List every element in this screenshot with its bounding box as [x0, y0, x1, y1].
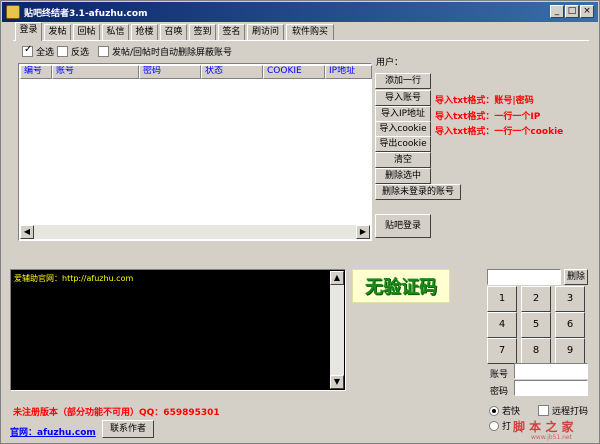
other-captcha-radio-dot[interactable]: [489, 420, 499, 431]
keypad-button-7[interactable]: 7: [487, 338, 517, 364]
add-row-button[interactable]: 添加一行: [375, 73, 431, 89]
watermark-url: www.jb51.net: [531, 434, 572, 441]
tieba-login-button[interactable]: 贴吧登录: [375, 214, 431, 238]
tab-signature[interactable]: 签名: [218, 24, 245, 40]
auto-delete-label: 发帖/回帖时自动删除屏蔽账号: [112, 48, 233, 58]
account-table[interactable]: 编号 账号 密码 状态 COOKIE IP地址 ◀ ▶: [18, 63, 372, 241]
column-header-cookie[interactable]: COOKIE: [263, 65, 325, 79]
account-field-label: 账号: [490, 370, 509, 380]
import-account-button[interactable]: 导入账号: [375, 90, 431, 106]
contact-author-button[interactable]: 联系作者: [102, 420, 154, 438]
import-cookie-button[interactable]: 导入cookie: [375, 121, 431, 137]
column-header-ip[interactable]: IP地址: [325, 65, 372, 79]
tab-summon[interactable]: 召唤: [160, 24, 187, 40]
scroll-left-arrow-icon[interactable]: ◀: [20, 225, 34, 239]
delete-selected-button[interactable]: 删除选中: [375, 168, 431, 184]
table-hscrollbar[interactable]: ◀ ▶: [20, 225, 370, 239]
tab-panel-border: [13, 40, 589, 41]
select-all-label: 全选: [36, 48, 55, 58]
column-header-account[interactable]: 账号: [52, 65, 139, 79]
keypad-button-3[interactable]: 3: [555, 286, 585, 312]
password-field[interactable]: [514, 380, 588, 396]
tab-grab-floor[interactable]: 抢楼: [131, 24, 158, 40]
scroll-up-arrow-icon[interactable]: ▲: [330, 271, 344, 285]
watermark-logo: 脚 本 之 家: [513, 420, 574, 434]
cookie-format-hint: 导入txt格式：一行一个cookie: [435, 127, 564, 137]
close-button[interactable]: ×: [580, 5, 594, 18]
tab-post[interactable]: 发帖: [44, 24, 71, 40]
ruokuai-radio-dot[interactable]: [489, 405, 499, 416]
ip-format-hint: 导入txt格式：一行一个IP: [435, 112, 541, 122]
invert-box[interactable]: [57, 46, 68, 57]
keypad-button-5[interactable]: 5: [521, 312, 551, 338]
title-bar: 贴吧终结者3.1-afuzhu.com _ □ ×: [2, 2, 598, 22]
column-header-password[interactable]: 密码: [139, 65, 201, 79]
remote-captcha-box[interactable]: [538, 405, 549, 416]
clear-button[interactable]: 清空: [375, 152, 431, 168]
tab-login[interactable]: 登录: [15, 22, 42, 41]
account-format-hint: 导入txt格式：账号|密码: [435, 96, 534, 106]
auto-delete-box[interactable]: [98, 46, 109, 57]
keypad-button-2[interactable]: 2: [521, 286, 551, 312]
auto-delete-checkbox[interactable]: 发帖/回帖时自动删除屏蔽账号: [98, 45, 232, 58]
keypad-button-6[interactable]: 6: [555, 312, 585, 338]
app-window: 贴吧终结者3.1-afuzhu.com _ □ × 登录 发帖 回帖 私信 抢楼…: [0, 0, 600, 444]
unregistered-notice: 未注册版本（部分功能不可用）QQ：659895301: [13, 408, 220, 418]
invert-label: 反选: [71, 48, 90, 58]
column-header-status[interactable]: 状态: [201, 65, 263, 79]
table-header: 编号 账号 密码 状态 COOKIE IP地址: [20, 65, 372, 79]
other-captcha-radio[interactable]: 打: [489, 419, 511, 432]
ruokuai-label: 若快: [502, 407, 521, 417]
user-label: 用户：: [376, 58, 404, 68]
scroll-down-arrow-icon[interactable]: ▼: [330, 375, 344, 389]
column-header-id[interactable]: 编号: [20, 65, 52, 79]
other-captcha-label: 打: [502, 422, 512, 432]
scroll-right-arrow-icon[interactable]: ▶: [356, 225, 370, 239]
account-field[interactable]: [514, 363, 588, 379]
tab-buy-software[interactable]: 软件购买: [286, 24, 334, 40]
minimize-button[interactable]: _: [550, 5, 564, 18]
tab-refresh-visits[interactable]: 刷访问: [247, 24, 284, 40]
export-cookie-button[interactable]: 导出cookie: [375, 136, 431, 152]
maximize-button[interactable]: □: [565, 5, 579, 18]
delete-unlogged-button[interactable]: 删除未登录的账号: [375, 184, 461, 200]
delete-button[interactable]: 删除: [564, 269, 588, 285]
console-text: 爱辅助官网：http://afuzhu.com: [14, 274, 134, 283]
keypad-button-1[interactable]: 1: [487, 286, 517, 312]
website-link[interactable]: 官网：afuzhu.com: [10, 425, 96, 438]
app-icon: [6, 5, 20, 19]
console-vscrollbar[interactable]: ▲ ▼: [330, 271, 344, 389]
keypad-button-9[interactable]: 9: [555, 338, 585, 364]
password-field-label: 密码: [490, 387, 509, 397]
remote-captcha-checkbox[interactable]: 远程打码: [538, 404, 588, 417]
select-all-box[interactable]: [22, 44, 33, 57]
no-captcha-text: 无验证码: [365, 277, 437, 298]
no-captcha-badge: 无验证码: [352, 269, 450, 303]
ruokuai-radio[interactable]: 若快: [489, 404, 520, 417]
select-all-checkbox[interactable]: 全选: [22, 44, 55, 58]
remote-captcha-label: 远程打码: [552, 407, 589, 417]
keypad-button-8[interactable]: 8: [521, 338, 551, 364]
import-ip-button[interactable]: 导入IP地址: [375, 106, 431, 122]
tab-message[interactable]: 私信: [102, 24, 129, 40]
invert-checkbox[interactable]: 反选: [57, 45, 89, 58]
tab-reply[interactable]: 回帖: [73, 24, 100, 40]
tab-sign-in[interactable]: 签到: [189, 24, 216, 40]
keypad-button-4[interactable]: 4: [487, 312, 517, 338]
window-title: 贴吧终结者3.1-afuzhu.com: [24, 9, 148, 19]
captcha-input[interactable]: [487, 269, 561, 285]
log-console: 爱辅助官网：http://afuzhu.com ▲ ▼: [10, 269, 346, 391]
